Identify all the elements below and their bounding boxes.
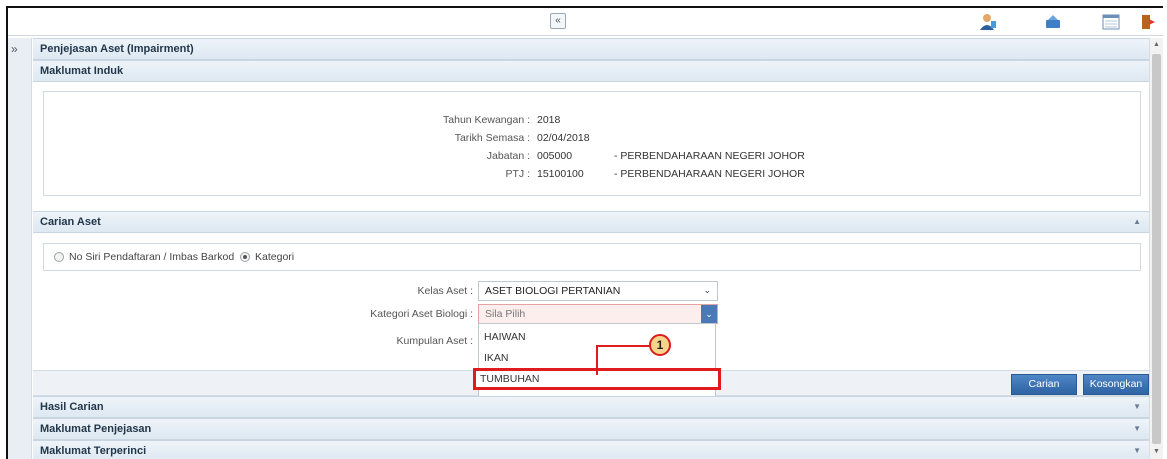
info-row-jabatan: Jabatan : 005000 - PERBENDAHARAAN NEGERI… [44, 150, 1140, 164]
expand-sidebar-button[interactable]: » [11, 42, 18, 56]
radio-label-no-siri: No Siri Pendaftaran / Imbas Barkod [69, 251, 235, 263]
callout-connector-horizontal [596, 345, 651, 347]
chevron-down-icon[interactable]: ▼ [1133, 424, 1141, 433]
info-value: 005000 [537, 150, 573, 162]
kelas-aset-value: ASET BIOLOGI PERTANIAN [485, 285, 621, 297]
kategori-aset-label: Kategori Aset Biologi : [370, 308, 473, 320]
top-toolbar: « [8, 8, 1163, 36]
callout-marker: 1 [649, 334, 671, 356]
maklumat-induk-panel: Tahun Kewangan : 2018 Tarikh Semasa : 02… [43, 91, 1141, 196]
kelas-aset-select[interactable]: ASET BIOLOGI PERTANIAN ⌄ [478, 281, 718, 301]
maklumat-induk-header[interactable]: Maklumat Induk [33, 60, 1149, 82]
info-label: Tahun Kewangan : [443, 114, 530, 126]
search-mode-panel: No Siri Pendaftaran / Imbas Barkod Kateg… [43, 243, 1141, 271]
hasil-carian-title: Hasil Carian [40, 401, 104, 413]
chevron-down-icon: ⌄ [703, 285, 711, 295]
chevron-down-icon[interactable]: ▼ [1133, 402, 1141, 411]
dropdown-option-haiwan[interactable]: HAIWAN [479, 328, 715, 346]
kumpulan-aset-label: Kumpulan Aset : [396, 335, 473, 347]
info-row-tahun: Tahun Kewangan : 2018 [44, 114, 1140, 128]
info-value: 02/04/2018 [537, 132, 590, 144]
sidebar-strip: » [8, 38, 32, 459]
vertical-scrollbar[interactable]: ▲ ▼ [1149, 38, 1163, 459]
maklumat-induk-title: Maklumat Induk [40, 65, 124, 77]
kelas-aset-label: Kelas Aset : [417, 285, 473, 297]
kategori-aset-select[interactable]: Sila Pilih ⌄ [478, 304, 718, 324]
carian-aset-header[interactable]: Carian Aset ▲ [33, 211, 1149, 233]
logout-icon[interactable] [1139, 12, 1159, 32]
radio-kategori[interactable] [240, 252, 250, 262]
chevron-down-icon[interactable]: ⌄ [701, 305, 717, 323]
collapse-header-button[interactable]: « [550, 13, 566, 29]
notification-icon[interactable] [1043, 12, 1063, 32]
kategori-aset-value: Sila Pilih [485, 308, 526, 320]
search-button[interactable]: Carian [1011, 374, 1077, 395]
info-label: PTJ : [505, 168, 530, 180]
radio-label-kategori: Kategori [255, 251, 295, 263]
clear-button[interactable]: Kosongkan [1083, 374, 1149, 395]
info-desc: - PERBENDAHARAAN NEGERI JOHOR [614, 150, 805, 162]
maklumat-penjejasan-header[interactable]: Maklumat Penjejasan ▼ [33, 418, 1149, 440]
main-content: Penjejasan Aset (Impairment) Maklumat In… [33, 38, 1149, 459]
calendar-icon[interactable] [1101, 12, 1121, 32]
chevron-up-icon[interactable]: ▲ [1133, 217, 1141, 226]
info-row-ptj: PTJ : 15100100 - PERBENDAHARAAN NEGERI J… [44, 168, 1140, 182]
callout-connector-vertical [596, 345, 598, 375]
carian-aset-title: Carian Aset [40, 216, 101, 228]
maklumat-penjejasan-title: Maklumat Penjejasan [40, 423, 152, 435]
app-window: « » Penjejasan Aset (Impairment) Makluma… [6, 6, 1163, 459]
info-desc: - PERBENDAHARAAN NEGERI JOHOR [614, 168, 805, 180]
user-support-icon[interactable] [978, 12, 998, 32]
radio-no-siri[interactable] [54, 252, 64, 262]
page-title-band: Penjejasan Aset (Impairment) [33, 38, 1149, 60]
hasil-carian-header[interactable]: Hasil Carian ▼ [33, 396, 1149, 418]
scroll-up-icon[interactable]: ▲ [1153, 41, 1160, 48]
info-value: 15100100 [537, 168, 584, 180]
info-label: Jabatan : [486, 150, 530, 162]
info-value: 2018 [537, 114, 561, 126]
scroll-down-icon[interactable]: ▼ [1153, 448, 1160, 455]
info-label: Tarikh Semasa : [454, 132, 530, 144]
info-row-tarikh: Tarikh Semasa : 02/04/2018 [44, 132, 1140, 146]
maklumat-terperinci-title: Maklumat Terperinci [40, 445, 147, 457]
page-title: Penjejasan Aset (Impairment) [40, 43, 194, 55]
maklumat-terperinci-header[interactable]: Maklumat Terperinci ▼ [33, 440, 1149, 459]
scroll-thumb[interactable] [1152, 54, 1161, 444]
chevron-down-icon[interactable]: ▼ [1133, 446, 1141, 455]
